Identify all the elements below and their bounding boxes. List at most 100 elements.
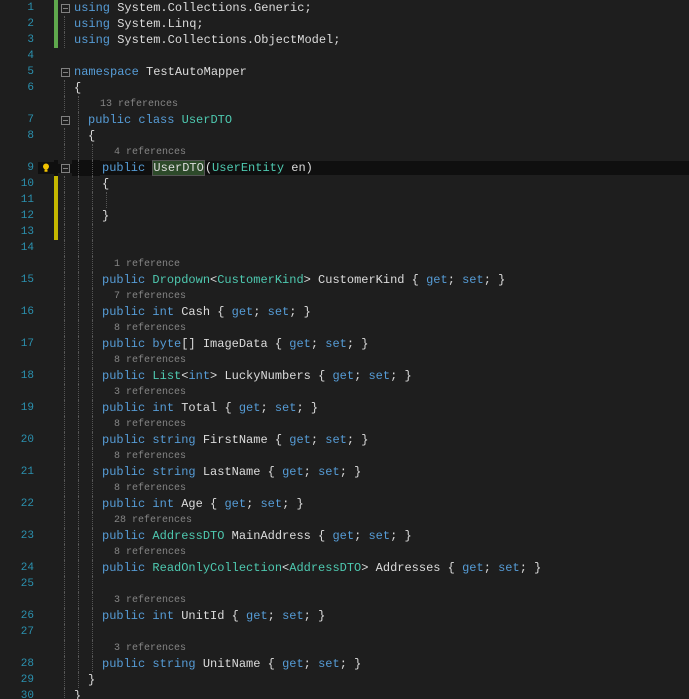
code-line[interactable]: 12 } (0, 208, 689, 224)
codelens[interactable]: . 3 references (0, 640, 689, 656)
codelens-text[interactable]: 8 references (100, 451, 689, 462)
code-text[interactable]: public Dropdown<CustomerKind> CustomerKi… (100, 273, 689, 287)
code-text[interactable]: namespace TestAutoMapper (72, 65, 689, 79)
code-text[interactable]: { (72, 81, 689, 95)
codelens-text[interactable]: 8 references (100, 547, 689, 558)
codelens-text[interactable]: 3 references (100, 387, 689, 398)
code-text[interactable]: public string UnitName { get; set; } (100, 657, 689, 671)
code-line[interactable]: 21 public string LastName { get; set; } (0, 464, 689, 480)
codelens[interactable]: . 8 references (0, 416, 689, 432)
code-text[interactable]: public int Age { get; set; } (100, 497, 689, 511)
codelens[interactable]: . 3 references (0, 384, 689, 400)
code-text[interactable]: using System.Collections.Generic; (72, 1, 689, 15)
fold-toggle[interactable] (58, 68, 72, 77)
code-line[interactable]: 27 (0, 624, 689, 640)
codelens-text[interactable]: 8 references (100, 355, 689, 366)
codelens-text[interactable]: 1 reference (100, 259, 689, 270)
code-line[interactable]: 5 namespace TestAutoMapper (0, 64, 689, 80)
fold-toggle[interactable] (58, 116, 72, 125)
code-line[interactable]: 28 public string UnitName { get; set; } (0, 656, 689, 672)
code-text[interactable]: public List<int> LuckyNumbers { get; set… (100, 369, 689, 383)
caret-token: UserDTO (152, 160, 204, 176)
codelens-text[interactable]: 4 references (100, 147, 689, 158)
code-line[interactable]: 20 public string FirstName { get; set; } (0, 432, 689, 448)
code-text[interactable]: public string LastName { get; set; } (100, 465, 689, 479)
code-line[interactable]: 4 (0, 48, 689, 64)
code-line[interactable]: 2 using System.Linq; (0, 16, 689, 32)
code-line[interactable]: 15 public Dropdown<CustomerKind> Custome… (0, 272, 689, 288)
codelens[interactable]: . 28 references (0, 512, 689, 528)
code-text[interactable]: } (100, 209, 689, 223)
codelens[interactable]: . 1 reference (0, 256, 689, 272)
code-text[interactable]: public UserDTO(UserEntity en) (100, 161, 689, 175)
code-line[interactable]: 25 (0, 576, 689, 592)
code-text[interactable]: public byte[] ImageData { get; set; } (100, 337, 689, 351)
code-line[interactable]: 7 public class UserDTO (0, 112, 689, 128)
code-line[interactable]: 3 using System.Collections.ObjectModel; (0, 32, 689, 48)
code-text[interactable]: public int Total { get; set; } (100, 401, 689, 415)
line-number: 1 (0, 2, 38, 14)
code-line[interactable]: 6 { (0, 80, 689, 96)
codelens[interactable]: . 3 references (0, 592, 689, 608)
line-number: 26 (0, 610, 38, 622)
code-line[interactable]: 16 public int Cash { get; set; } (0, 304, 689, 320)
code-text[interactable]: { (100, 177, 689, 191)
line-number: 11 (0, 194, 38, 206)
lightbulb-icon[interactable] (38, 162, 54, 174)
code-text[interactable]: public ReadOnlyCollection<AddressDTO> Ad… (100, 561, 689, 575)
code-text[interactable]: } (86, 673, 689, 687)
codelens-text[interactable]: 7 references (100, 291, 689, 302)
code-line[interactable]: 23 public AddressDTO MainAddress { get; … (0, 528, 689, 544)
code-line[interactable]: 13 (0, 224, 689, 240)
code-text[interactable]: using System.Collections.ObjectModel; (72, 33, 689, 47)
line-number: 23 (0, 530, 38, 542)
code-line[interactable]: 24 public ReadOnlyCollection<AddressDTO>… (0, 560, 689, 576)
code-line[interactable]: 18 public List<int> LuckyNumbers { get; … (0, 368, 689, 384)
code-line[interactable]: 29 } (0, 672, 689, 688)
line-number: 3 (0, 34, 38, 46)
codelens[interactable]: . 8 references (0, 352, 689, 368)
codelens[interactable]: . 13 references (0, 96, 689, 112)
code-line[interactable]: 8 { (0, 128, 689, 144)
code-text[interactable]: public class UserDTO (86, 113, 689, 127)
codelens[interactable]: . 7 references (0, 288, 689, 304)
code-editor[interactable]: 1 using System.Collections.Generic; 2 us… (0, 0, 689, 699)
line-number: 18 (0, 370, 38, 382)
code-text[interactable]: public string FirstName { get; set; } (100, 433, 689, 447)
code-text[interactable]: public int UnitId { get; set; } (100, 609, 689, 623)
line-number: 28 (0, 658, 38, 670)
codelens[interactable]: . 8 references (0, 448, 689, 464)
code-line[interactable]: 26 public int UnitId { get; set; } (0, 608, 689, 624)
fold-toggle[interactable] (58, 164, 72, 173)
code-line[interactable]: 14 (0, 240, 689, 256)
codelens-text[interactable]: 3 references (100, 595, 689, 606)
code-line[interactable]: 19 public int Total { get; set; } (0, 400, 689, 416)
code-text[interactable]: { (86, 129, 689, 143)
codelens-text[interactable]: 3 references (100, 643, 689, 654)
codelens-text[interactable]: 13 references (86, 99, 689, 110)
code-line[interactable]: 10 { (0, 176, 689, 192)
line-number: 5 (0, 66, 38, 78)
code-text[interactable]: } (72, 689, 689, 699)
codelens[interactable]: . 4 references (0, 144, 689, 160)
codelens-text[interactable]: 8 references (100, 483, 689, 494)
code-line[interactable]: 30 } (0, 688, 689, 699)
codelens-text[interactable]: 28 references (100, 515, 689, 526)
code-text[interactable]: public AddressDTO MainAddress { get; set… (100, 529, 689, 543)
line-number: 13 (0, 226, 38, 238)
code-text[interactable]: public int Cash { get; set; } (100, 305, 689, 319)
code-line-active[interactable]: 9 public UserDTO(UserEntity en) (0, 160, 689, 176)
line-number: 9 (0, 162, 38, 174)
codelens-text[interactable]: 8 references (100, 323, 689, 334)
codelens[interactable]: . 8 references (0, 544, 689, 560)
code-text[interactable]: using System.Linq; (72, 17, 689, 31)
code-line[interactable]: 22 public int Age { get; set; } (0, 496, 689, 512)
line-number: 16 (0, 306, 38, 318)
codelens[interactable]: . 8 references (0, 320, 689, 336)
code-line[interactable]: 1 using System.Collections.Generic; (0, 0, 689, 16)
code-line[interactable]: 17 public byte[] ImageData { get; set; } (0, 336, 689, 352)
codelens-text[interactable]: 8 references (100, 419, 689, 430)
fold-toggle[interactable] (58, 4, 72, 13)
codelens[interactable]: . 8 references (0, 480, 689, 496)
code-line[interactable]: 11 (0, 192, 689, 208)
